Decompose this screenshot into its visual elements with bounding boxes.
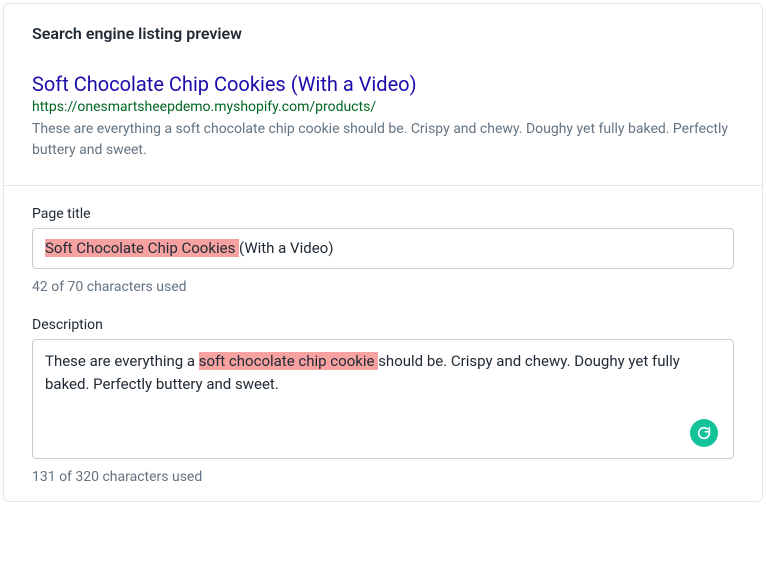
seo-preview-url: https://onesmartsheepdemo.myshopify.com/… [32, 99, 734, 115]
description-field-group: Description These are everything a soft … [32, 317, 734, 485]
page-title-input-wrapper: Soft Chocolate Chip Cookies (With a Vide… [32, 228, 734, 269]
highlighted-text: soft chocolate chip cookie [199, 352, 378, 370]
highlighted-text: Soft Chocolate Chip Cookies [45, 239, 239, 257]
seo-preview-title: Soft Chocolate Chip Cookies (With a Vide… [32, 71, 734, 97]
page-title-field-group: Page title Soft Chocolate Chip Cookies (… [32, 206, 734, 295]
plain-text: These are everything a [45, 352, 199, 370]
page-title-input[interactable]: Soft Chocolate Chip Cookies (With a Vide… [32, 228, 734, 269]
seo-preview-description: These are everything a soft chocolate ch… [32, 119, 734, 161]
description-counter: 131 of 320 characters used [32, 469, 734, 485]
description-label: Description [32, 317, 734, 333]
description-textarea-wrapper: These are everything a soft chocolate ch… [32, 339, 734, 459]
page-title-label: Page title [32, 206, 734, 222]
section-title: Search engine listing preview [32, 24, 734, 43]
description-textarea[interactable]: These are everything a soft chocolate ch… [32, 339, 734, 459]
page-title-counter: 42 of 70 characters used [32, 279, 734, 295]
form-section: Page title Soft Chocolate Chip Cookies (… [4, 186, 762, 501]
seo-listing-card: Search engine listing preview Soft Choco… [3, 3, 763, 502]
grammarly-icon[interactable] [690, 419, 718, 447]
preview-section: Search engine listing preview Soft Choco… [4, 4, 762, 185]
plain-text: (With a Video) [239, 239, 333, 257]
